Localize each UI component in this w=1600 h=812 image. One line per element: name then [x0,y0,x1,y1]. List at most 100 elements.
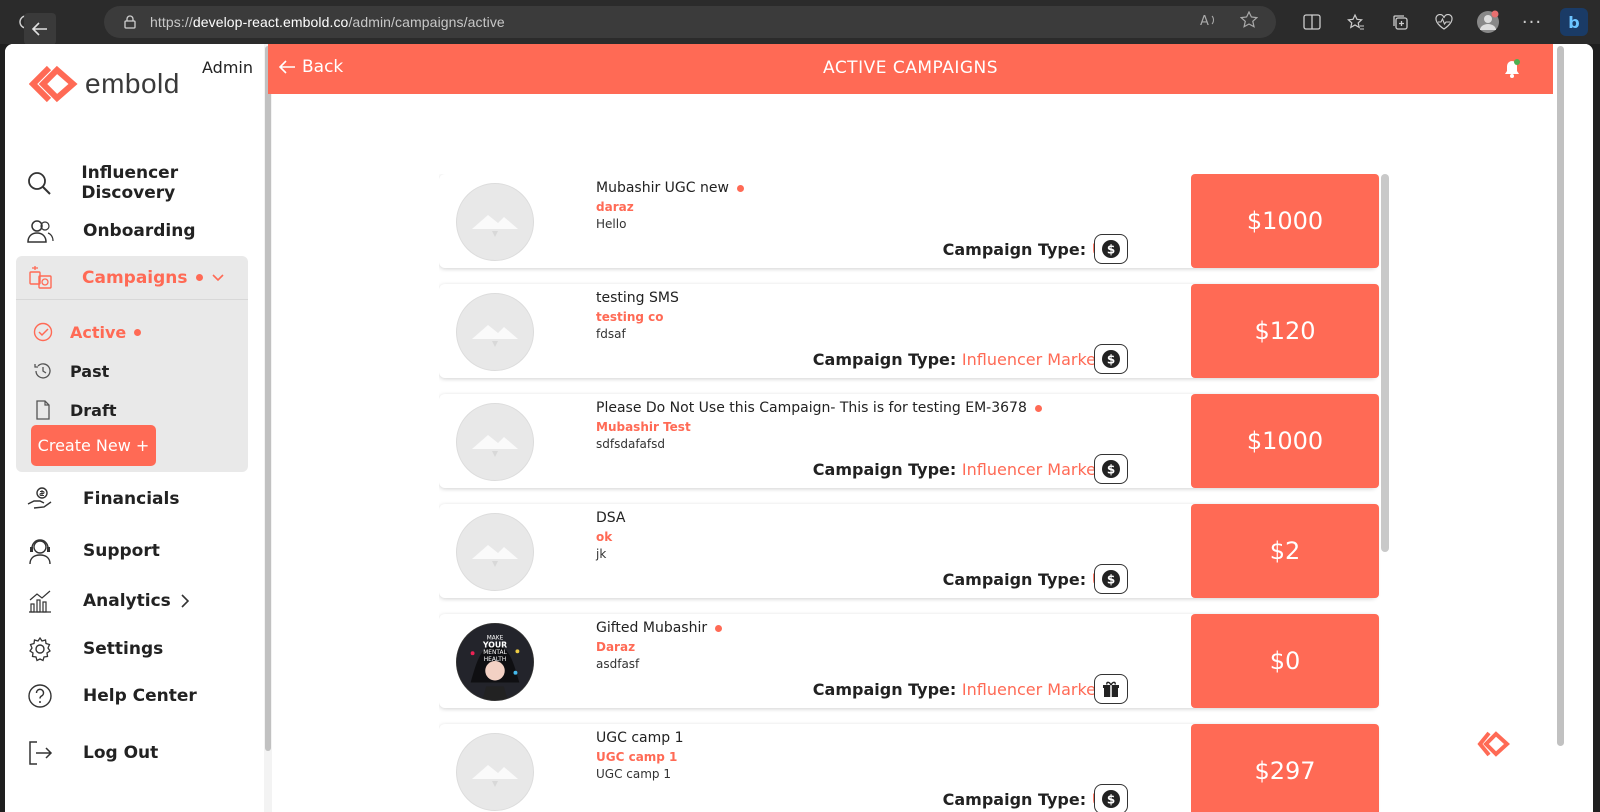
campaign-avatar: MAKE YOUR MENTAL HEALTH [456,623,534,701]
health-button[interactable] [1428,6,1460,38]
campaign-name: testing SMS [596,290,679,306]
sub-nav-label: Active [70,322,127,342]
campaign-price-button[interactable]: $2 [1191,504,1379,598]
heartbeat-icon [1435,14,1453,30]
bing-copilot-button[interactable]: b [1560,8,1588,36]
dollar-icon: $ [1094,784,1128,812]
campaign-name-row: UGC camp 1 [596,730,683,746]
campaign-list: Mubashir UGC new daraz Hello Campaign Type:… [439,174,1387,812]
campaign-avatar [456,293,534,371]
arrow-left-icon [31,22,47,36]
scrollbar-thumb[interactable] [1557,46,1564,746]
embold-logo[interactable]: embold [29,64,180,104]
nav-logout[interactable]: Log Out [25,736,158,770]
campaign-type-label: Campaign Type: [812,460,957,479]
campaign-avatar [456,403,534,481]
chart-icon [25,586,55,616]
campaign-description: UGC camp 1 [596,767,671,781]
collections-icon [1393,15,1408,30]
favorite-star-icon[interactable] [1239,10,1259,33]
notification-dot [134,328,142,336]
sub-nav-draft[interactable]: Draft [32,396,117,424]
sub-nav-past[interactable]: Past [32,357,109,385]
embold-float-icon[interactable] [1477,730,1511,758]
dollar-icon: $ [1094,344,1128,374]
notification-dot [195,274,203,281]
campaign-avatar [456,733,534,811]
nav-label: Settings [83,639,164,659]
campaign-price-button[interactable]: $120 [1191,284,1379,378]
campaign-price-button[interactable]: $1000 [1191,394,1379,488]
browser-back-button[interactable] [24,13,56,45]
dollar-icon: $ [1094,454,1128,484]
dollar-icon: $ [1094,564,1128,594]
image-placeholder-icon [472,545,518,567]
campaign-name: DSA [596,510,626,526]
profile-button[interactable] [1472,6,1504,38]
nav-help-center[interactable]: Help Center [25,679,197,713]
page-title: ACTIVE CAMPAIGNS [822,58,999,78]
check-circle-icon [32,321,54,343]
campaign-type-label: Campaign Type: [942,790,1087,809]
hand-money-icon [25,484,55,514]
nav-influencer-discovery[interactable]: Influencer Discovery [25,163,267,203]
campaign-price-button[interactable]: $1000 [1191,174,1379,268]
nav-label: Onboarding [83,221,196,241]
campaign-company: Mubashir Test [596,420,691,434]
url-prefix: https:// [150,14,193,30]
users-icon [25,216,55,246]
split-screen-button[interactable] [1296,6,1328,38]
browser-toolbar: https://develop-react.embold.co/admin/ca… [0,0,1600,45]
svg-text:$: $ [1107,353,1115,367]
campaign-name-row: DSA [596,510,626,526]
campaign-list-scrollbar[interactable] [1381,174,1389,552]
campaign-card[interactable]: DSAokjkCampaign Type: UGC$$2 [439,504,1379,598]
page-scrollbar[interactable] [1553,44,1593,812]
campaign-name-row: testing SMS [596,290,679,306]
nav-settings[interactable]: Settings [25,632,163,666]
nav-onboarding[interactable]: Onboarding [25,214,196,248]
campaign-type-label: Campaign Type: [942,570,1087,589]
campaign-avatar [456,183,534,261]
address-bar[interactable]: https://develop-react.embold.co/admin/ca… [104,6,1276,38]
svg-text:$: $ [1107,573,1115,587]
nav-label: Support [83,541,160,561]
campaign-card[interactable]: MAKE YOUR MENTAL HEALTH Gifted Mubashir Daraz… [439,614,1379,708]
nav-campaigns[interactable]: Campaigns [16,256,248,300]
campaigns-icon [26,263,56,293]
nav-analytics[interactable]: Analytics [25,584,189,618]
notification-dot [1034,404,1042,412]
more-menu-button[interactable]: ··· [1516,6,1548,38]
campaign-type-label: Campaign Type: [812,680,957,699]
create-new-button[interactable]: Create New + [31,425,156,466]
campaign-card[interactable]: testing SMS testing co fdsaf Campaign Type:… [439,284,1379,378]
read-aloud-icon[interactable]: A [1200,12,1218,32]
favorites-button[interactable] [1340,6,1372,38]
campaign-description: Hello [596,217,627,231]
gear-icon [25,634,55,664]
campaign-card[interactable]: UGC camp 1 UGC camp 1 UGC camp 1 Campaign T… [439,724,1379,812]
nav-support[interactable]: Support [25,534,160,568]
campaign-company: Daraz [596,640,636,654]
nav-label: Log Out [83,743,159,763]
sub-nav-active[interactable]: Active [32,318,142,346]
favorites-icon [1347,13,1364,30]
sub-nav-label: Past [70,361,110,381]
svg-text:$: $ [1107,463,1115,477]
campaign-type-label: Campaign Type: [812,350,957,369]
campaign-price-button[interactable]: $297 [1191,724,1379,812]
collections-button[interactable] [1384,6,1416,38]
lock-icon [122,14,138,30]
scrollbar-thumb[interactable] [265,46,271,751]
sidebar-scrollbar[interactable] [264,44,272,812]
campaign-description: asdfasf [596,657,640,671]
campaign-company: ok [596,530,613,544]
campaign-card[interactable]: Mubashir UGC new daraz Hello Campaign Type:… [439,174,1379,268]
url-text: https://develop-react.embold.co/admin/ca… [150,14,505,30]
campaign-price-button[interactable]: $0 [1191,614,1379,708]
chevron-down-icon [211,273,224,281]
notifications-button[interactable] [1501,58,1523,80]
nav-financials[interactable]: Financials [25,482,179,516]
search-icon [25,168,53,198]
campaign-card[interactable]: Please Do Not Use this Campaign- This is… [439,394,1379,488]
